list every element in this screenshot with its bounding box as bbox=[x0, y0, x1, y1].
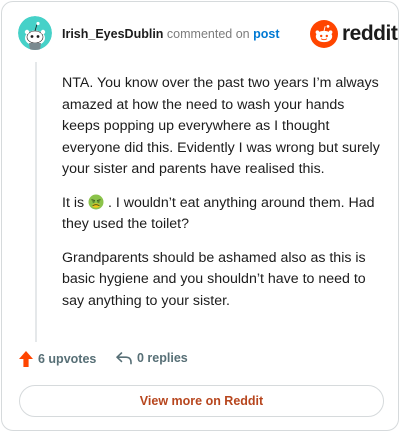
post-link[interactable]: post bbox=[253, 27, 279, 41]
avatar[interactable] bbox=[18, 16, 52, 50]
reply-button[interactable]: 0 replies bbox=[115, 350, 188, 366]
paragraph-2-text-after: . I wouldn’t eat anything around them. H… bbox=[62, 194, 375, 233]
nauseated-face-icon bbox=[88, 194, 104, 209]
view-more-on-reddit-button[interactable]: View more on Reddit bbox=[19, 385, 384, 417]
reply-arrow-icon bbox=[116, 352, 132, 365]
paragraph-2-text-before: It is bbox=[62, 194, 85, 211]
reddit-wordmark: reddit bbox=[342, 22, 398, 45]
comment-body: NTA. You know over the past two years I’… bbox=[62, 73, 380, 312]
comment-paragraph-2: It is . I wouldn’t eat anything around t… bbox=[62, 193, 380, 236]
upvote-button[interactable]: 6 upvotes bbox=[18, 350, 96, 368]
author-name[interactable]: Irish_EyesDublin bbox=[62, 27, 163, 41]
upvote-arrow-icon bbox=[19, 351, 33, 367]
comment-attribution: Irish_EyesDublin commented on post bbox=[62, 27, 279, 41]
comment-paragraph-3: Grandparents should be ashamed also as t… bbox=[62, 249, 366, 309]
reddit-logo[interactable]: reddit bbox=[310, 20, 398, 48]
snoo-avatar-icon bbox=[18, 16, 52, 50]
embedded-comment-card: Irish_EyesDublin commented on post reddi… bbox=[1, 1, 399, 431]
thread-line bbox=[35, 62, 37, 342]
reply-count: 0 replies bbox=[137, 351, 188, 365]
upvote-count: 6 upvotes bbox=[38, 352, 97, 366]
attribution-verb: commented on bbox=[166, 27, 250, 41]
comment-footer: 6 upvotes 0 replies bbox=[2, 346, 400, 376]
comment-header: Irish_EyesDublin commented on post reddi… bbox=[2, 2, 400, 64]
comment-paragraph-1: NTA. You know over the past two years I’… bbox=[62, 75, 380, 177]
reddit-logo-icon bbox=[310, 20, 338, 48]
